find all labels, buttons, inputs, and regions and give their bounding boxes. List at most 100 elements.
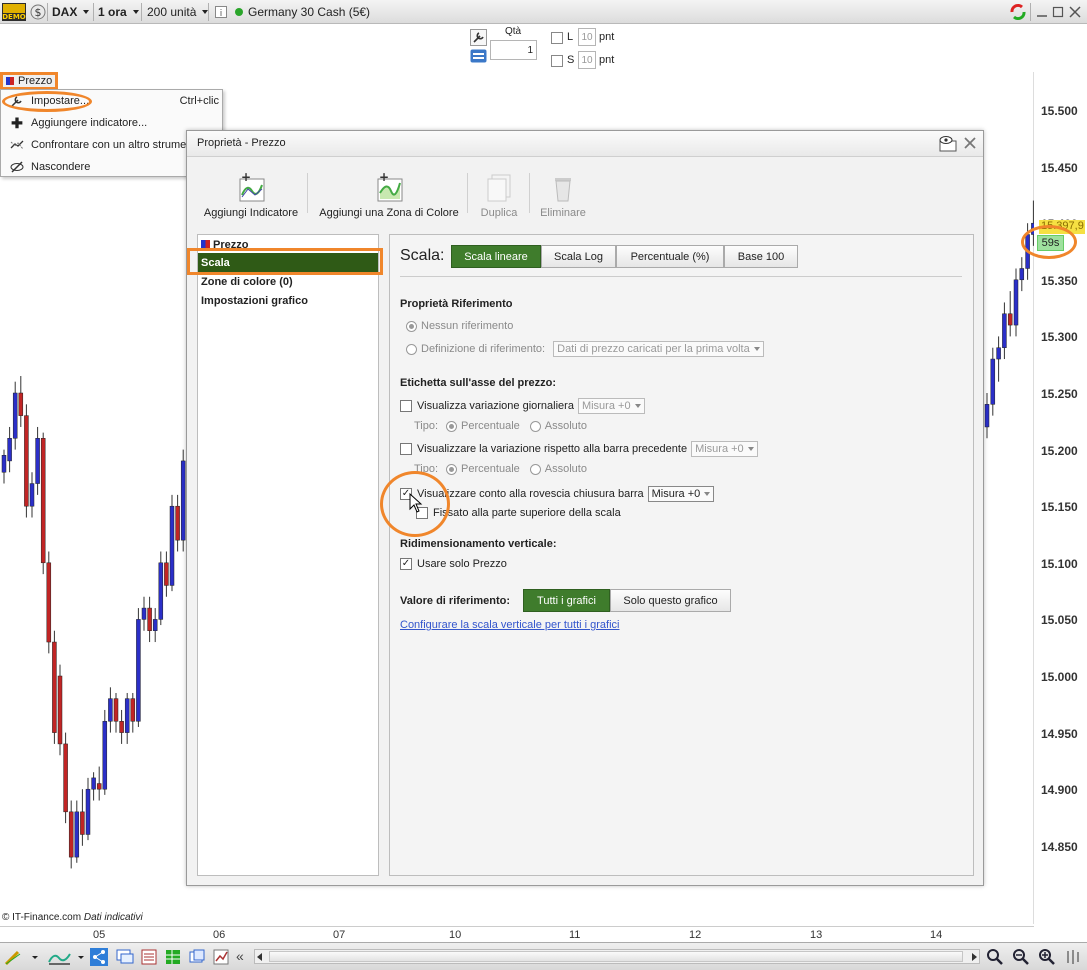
prev-pct-radio[interactable] [446,463,458,475]
daily-pct-radio[interactable] [446,420,458,432]
add-color-zone-icon: + [373,170,405,203]
dialog-close-icon[interactable] [964,137,976,152]
divider [400,276,962,277]
candle-body [108,698,113,722]
time-tick-label: 11 [569,929,581,941]
ref-none-radio[interactable]: Nessun riferimento [406,320,513,332]
market-name: Germany 30 Cash (5€) [248,5,371,19]
top-toolbar: DEMO $ DAX 1 ora 200 unità i Germany 30 … [0,0,1087,24]
delete-label: Eliminare [540,207,586,219]
candle-body [1007,313,1013,326]
daily-measure-select[interactable]: Misura +0 [577,398,645,414]
prev-type-row: Tipo: Percentuale Assoluto [414,463,587,475]
horizontal-scrollbar[interactable] [254,949,980,964]
candle-body [990,358,996,405]
scroll-left-icon[interactable] [257,953,262,961]
chevron-down-icon[interactable] [30,948,48,966]
scroll-right-icon[interactable] [972,953,977,961]
configure-scale-link[interactable]: Configurare la scala verticale per tutti… [400,619,619,631]
ref-def-radio[interactable]: Definizione di riferimento: Dati di prez… [406,341,764,357]
only-price-checkbox[interactable]: ✓ Usare solo Prezzo [400,558,507,570]
candle-body [102,721,108,790]
scale-log-button[interactable]: Scala Log [541,245,616,268]
price-tick-label: 15.150 [1041,500,1078,515]
candle-body [57,675,63,745]
indicator-chart-icon[interactable] [48,948,72,966]
tree-item-label: Impostazioni grafico [201,294,308,307]
candle-body [40,438,46,564]
close-icon[interactable] [1069,2,1081,22]
long-points-input[interactable]: 10 [578,28,596,46]
qty-input[interactable]: 1 [490,40,537,60]
compare-icon [10,138,24,152]
daily-var-checkbox[interactable]: Visualizza variazione giornaliera Misura… [400,398,645,414]
long-checkbox[interactable] [551,32,563,44]
chart-type-icon[interactable] [1064,948,1082,966]
prev-var-checkbox[interactable]: Visualizzare la variazione rispetto alla… [400,441,758,457]
candle-body [85,788,91,835]
svg-text:+: + [241,171,251,184]
delete-button[interactable]: Eliminare [537,171,589,219]
timeframe-select[interactable]: 1 ora [98,2,139,22]
time-tick-label: 13 [810,929,823,941]
time-tick-label: 12 [689,929,702,941]
zoom-out-icon[interactable] [1012,948,1030,966]
demo-logo-icon: DEMO [2,2,26,22]
prev-abs-radio[interactable] [529,463,541,475]
add-indicator-button[interactable]: + Aggiungi Indicatore [203,170,299,219]
keyboard-icon[interactable] [470,49,487,66]
drawing-pencil-icon[interactable] [4,948,22,966]
price-tick-label: 14.900 [1041,783,1078,798]
countdown-option-highlight [380,471,450,537]
short-points-input[interactable]: 10 [578,51,596,69]
maximize-icon[interactable] [1052,2,1064,22]
menu-item-label: Aggiungere indicatore... [31,117,148,129]
comment-icon[interactable] [116,948,134,966]
daily-abs-radio[interactable] [529,420,541,432]
price-tick-label: 14.950 [1041,726,1078,741]
this-chart-button[interactable]: Solo questo grafico [610,589,731,612]
scroll-thumb[interactable] [269,951,963,962]
qty-label: Qtà [505,26,522,37]
duplicate-label: Duplica [480,207,518,219]
scroll-left-double-icon[interactable]: « [236,948,254,966]
units-select[interactable]: 200 unità [147,2,209,22]
candle-body [24,415,29,507]
short-checkbox[interactable] [551,55,563,67]
prev-measure-select[interactable]: Misura +0 [691,441,758,457]
compare-instruments-icon[interactable] [212,948,230,966]
countdown-measure-select[interactable]: Misura +0 [647,486,715,502]
scale-base100-button[interactable]: Base 100 [724,245,798,268]
timeframe-label: 1 ora [98,5,127,19]
time-tick-label: 05 [93,929,106,941]
properties-dialog: Proprietà - Prezzo + Aggiungi Indicatore… [186,130,984,886]
zoom-in-icon[interactable] [1038,948,1056,966]
sync-icon[interactable] [1008,2,1028,22]
all-charts-button[interactable]: Tutti i grafici [523,589,610,612]
scale-percent-button[interactable]: Percentuale (%) [616,245,724,268]
preview-eye-icon[interactable] [937,135,959,155]
resize-header: Ridimensionamento verticale: [400,538,557,550]
ref-def-select[interactable]: Dati di prezzo caricati per la prima vol… [553,341,764,357]
add-indicator-label: Aggiungi Indicatore [203,207,299,219]
ref-value-label: Valore di riferimento: [400,595,511,607]
instrument-select[interactable]: DAX [52,2,90,22]
duplicate-button[interactable]: Duplica [477,171,521,219]
window-icon[interactable] [188,948,206,966]
market-open-icon [235,8,243,16]
tree-item-label: Zone di colore (0) [201,275,293,288]
tree-item-chart-settings[interactable]: Impostazioni grafico [198,291,378,310]
zoom-fit-icon[interactable] [986,948,1004,966]
list-icon[interactable] [140,948,158,966]
price-tick-label: 15.500 [1041,104,1078,118]
grid-icon[interactable] [164,948,182,966]
add-color-zone-button[interactable]: + Aggiungi una Zona di Colore [319,170,459,219]
share-icon[interactable] [90,948,108,966]
dollar-icon[interactable]: $ [30,2,46,22]
wrench-icon[interactable] [470,29,487,49]
info-icon[interactable]: i [215,2,227,22]
scale-linear-button[interactable]: Scala lineare [451,245,541,268]
minimize-icon[interactable] [1036,2,1048,22]
scale-heading: Scala: [400,247,445,264]
candle-body [147,607,152,631]
